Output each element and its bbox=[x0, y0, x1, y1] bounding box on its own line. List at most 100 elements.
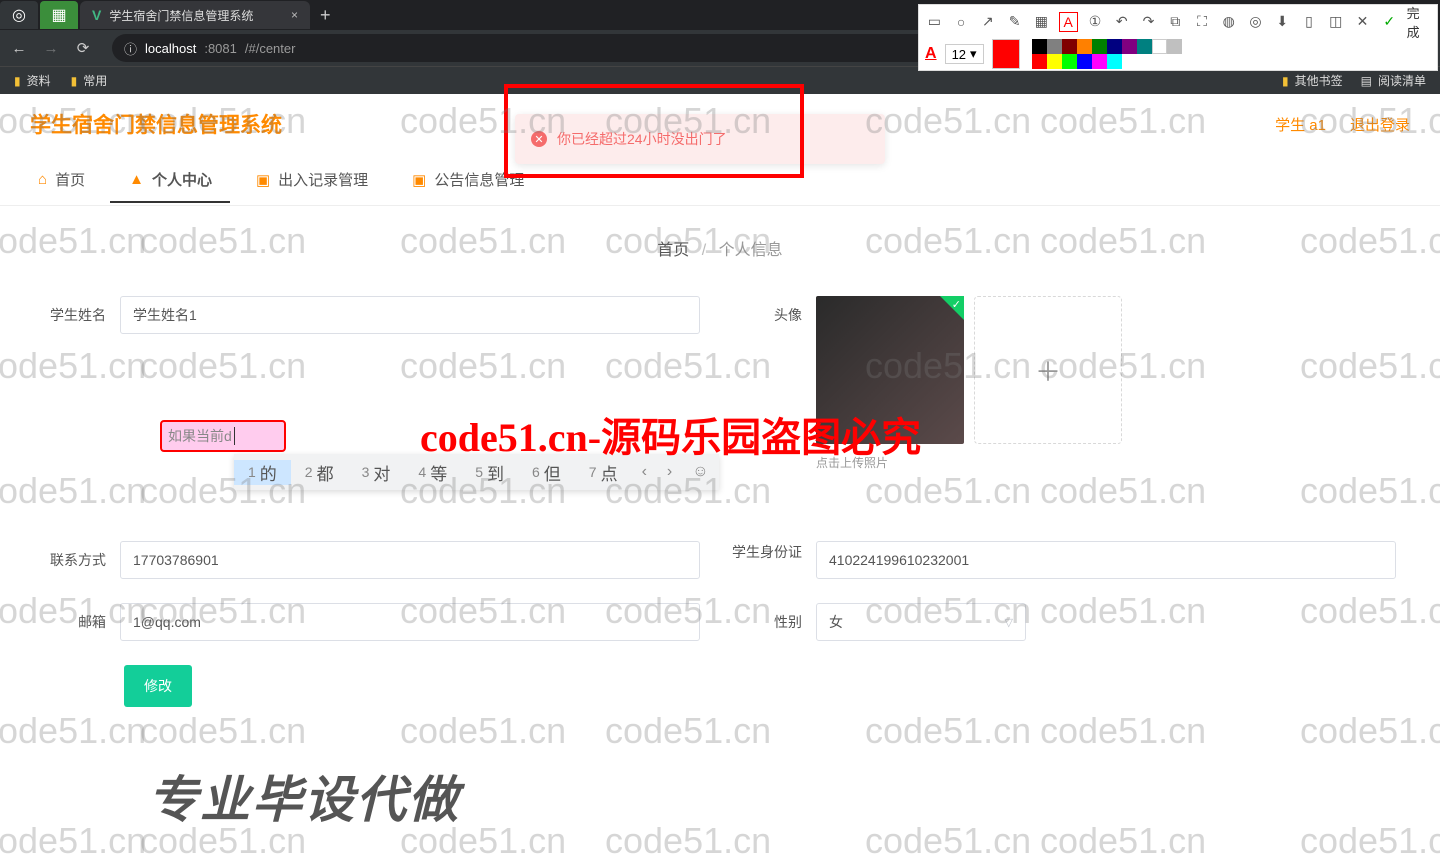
ime-prev-icon[interactable]: ‹ bbox=[632, 463, 657, 481]
browser-tab[interactable]: V 学生宿舍门禁信息管理系统 × bbox=[80, 1, 310, 29]
nav-label: 首页 bbox=[55, 169, 85, 190]
swatch[interactable] bbox=[1047, 54, 1062, 69]
arrow-tool-icon[interactable]: ↗ bbox=[979, 12, 998, 32]
swatch[interactable] bbox=[1137, 39, 1152, 54]
nav-profile[interactable]: ▲个人中心 bbox=[107, 154, 234, 206]
ime-candidate[interactable]: 7点 bbox=[575, 460, 632, 485]
bookmark-label: 阅读清单 bbox=[1378, 72, 1426, 89]
circle-tool-icon[interactable]: ○ bbox=[952, 12, 971, 32]
system-tab-2[interactable]: ▦ bbox=[40, 1, 78, 29]
list-icon: ▤ bbox=[1361, 74, 1372, 88]
avatar-label: 头像 bbox=[720, 296, 816, 334]
bookmark-item-2[interactable]: ▮常用 bbox=[71, 72, 108, 89]
current-user[interactable]: 学生 a1 bbox=[1275, 114, 1326, 135]
bookmark-item-1[interactable]: ▮资料 bbox=[14, 72, 51, 89]
crumb-home[interactable]: 首页 bbox=[657, 242, 689, 259]
redo-icon[interactable]: ↷ bbox=[1139, 12, 1158, 32]
swatch[interactable] bbox=[1062, 54, 1077, 69]
font-size-select[interactable]: 12▾ bbox=[945, 44, 984, 64]
records-icon: ▣ bbox=[256, 171, 270, 189]
close-icon[interactable]: ✕ bbox=[1353, 12, 1372, 32]
nav-home[interactable]: ⌂ 首页 bbox=[16, 154, 107, 206]
new-tab-button[interactable]: + bbox=[320, 5, 331, 26]
mosaic-tool-icon[interactable]: ▦ bbox=[1032, 12, 1051, 32]
avatar-upload-button[interactable]: ＋ bbox=[974, 296, 1122, 444]
ime-candidate[interactable]: 3对 bbox=[348, 460, 405, 485]
swatch[interactable] bbox=[1062, 39, 1077, 54]
font-color-icon[interactable]: A bbox=[925, 45, 937, 63]
phone-input[interactable] bbox=[120, 541, 700, 579]
ime-candidate[interactable]: 5到 bbox=[461, 460, 518, 485]
idcard-input[interactable] bbox=[816, 541, 1396, 579]
undo-icon[interactable]: ↶ bbox=[1112, 12, 1131, 32]
text-tool-icon[interactable]: A bbox=[1059, 12, 1078, 32]
swatch[interactable] bbox=[1107, 39, 1122, 54]
forward-icon[interactable]: → bbox=[42, 40, 60, 57]
ime-composition-input[interactable]: 如果当前d bbox=[160, 420, 286, 452]
folder-icon: ▮ bbox=[1282, 74, 1289, 88]
submit-button[interactable]: 修改 bbox=[124, 665, 192, 707]
nav-label: 出入记录管理 bbox=[278, 169, 368, 190]
t1-icon[interactable]: ⧉ bbox=[1166, 12, 1185, 32]
swatch[interactable] bbox=[1122, 39, 1137, 54]
done-button[interactable]: 完成 bbox=[1407, 3, 1431, 41]
swatch[interactable] bbox=[1047, 39, 1062, 54]
user-icon: ▲ bbox=[129, 171, 144, 188]
swatch[interactable] bbox=[1077, 39, 1092, 54]
crumb-current: 个人信息 bbox=[719, 242, 783, 259]
rect-tool-icon[interactable]: ▭ bbox=[925, 12, 944, 32]
swatch[interactable] bbox=[1092, 39, 1107, 54]
reload-icon[interactable]: ⟳ bbox=[74, 39, 92, 57]
logout-link[interactable]: 退出登录 bbox=[1350, 114, 1410, 135]
target-icon[interactable]: ◎ bbox=[1246, 12, 1265, 32]
ime-candidate[interactable]: 2都 bbox=[291, 460, 348, 485]
folder-icon: ▮ bbox=[14, 74, 21, 88]
tab-close-icon[interactable]: × bbox=[291, 8, 298, 22]
t2-icon[interactable]: ◍ bbox=[1219, 12, 1238, 32]
pen-tool-icon[interactable]: ✎ bbox=[1005, 12, 1024, 32]
info-icon: ⓘ bbox=[124, 39, 137, 58]
ime-candidate[interactable]: 1的 bbox=[234, 460, 291, 485]
back-icon[interactable]: ← bbox=[10, 40, 28, 57]
ime-candidate[interactable]: 6但 bbox=[518, 460, 575, 485]
content-area: 首页 / 个人信息 学生姓名 头像 ✓ ＋ 点击上传照片 联系方式 学生身份证 bbox=[0, 206, 1440, 737]
ime-next-icon[interactable]: › bbox=[657, 463, 682, 481]
current-color-swatch[interactable] bbox=[992, 39, 1020, 69]
home-icon: ⌂ bbox=[38, 171, 47, 188]
alert-text: 你已经超过24小时没出门了 bbox=[557, 129, 727, 149]
tab-title: 学生宿舍门禁信息管理系统 bbox=[109, 7, 253, 24]
name-input[interactable] bbox=[120, 296, 700, 334]
swatch[interactable] bbox=[1032, 54, 1047, 69]
number-tool-icon[interactable]: ① bbox=[1086, 12, 1105, 32]
chevron-down-icon: ▽ bbox=[1005, 616, 1013, 629]
check-icon[interactable]: ✓ bbox=[1380, 12, 1399, 32]
other-bookmarks[interactable]: ▮其他书签 bbox=[1282, 72, 1343, 89]
nav-records[interactable]: ▣ 出入记录管理 bbox=[234, 154, 390, 206]
swatch[interactable] bbox=[1032, 39, 1047, 54]
swatch[interactable] bbox=[1107, 54, 1122, 69]
expand-icon[interactable]: ⛶ bbox=[1193, 12, 1212, 32]
url-path: /#/center bbox=[245, 41, 296, 56]
pin-icon[interactable]: ◫ bbox=[1326, 12, 1345, 32]
app-brand: 学生宿舍门禁信息管理系统 bbox=[30, 109, 282, 139]
vue-icon: V bbox=[92, 7, 101, 23]
swatch[interactable] bbox=[1152, 39, 1167, 54]
ime-candidate[interactable]: 4等 bbox=[404, 460, 461, 485]
address-bar[interactable]: ⓘ localhost:8081/#/center bbox=[112, 34, 1012, 62]
nav-underline bbox=[110, 201, 230, 203]
reading-list[interactable]: ▤ 阅读清单 bbox=[1361, 72, 1426, 89]
swatch[interactable] bbox=[1077, 54, 1092, 69]
chevron-down-icon: ▾ bbox=[970, 46, 977, 62]
crumb-sep: / bbox=[702, 242, 706, 259]
swatch[interactable] bbox=[1092, 54, 1107, 69]
phone-icon[interactable]: ▯ bbox=[1300, 12, 1319, 32]
download-icon[interactable]: ⬇ bbox=[1273, 12, 1292, 32]
swatch[interactable] bbox=[1167, 39, 1182, 54]
system-tab-1[interactable]: ◎ bbox=[0, 1, 38, 29]
sex-value: 女 bbox=[829, 612, 843, 632]
annotation-text: code51.cn-源码乐园盗图必究 bbox=[420, 405, 921, 463]
ime-emoji-icon[interactable]: ☺ bbox=[682, 463, 718, 481]
email-input[interactable] bbox=[120, 603, 700, 641]
sex-select[interactable]: 女 ▽ bbox=[816, 603, 1026, 641]
url-host: localhost bbox=[145, 41, 196, 56]
